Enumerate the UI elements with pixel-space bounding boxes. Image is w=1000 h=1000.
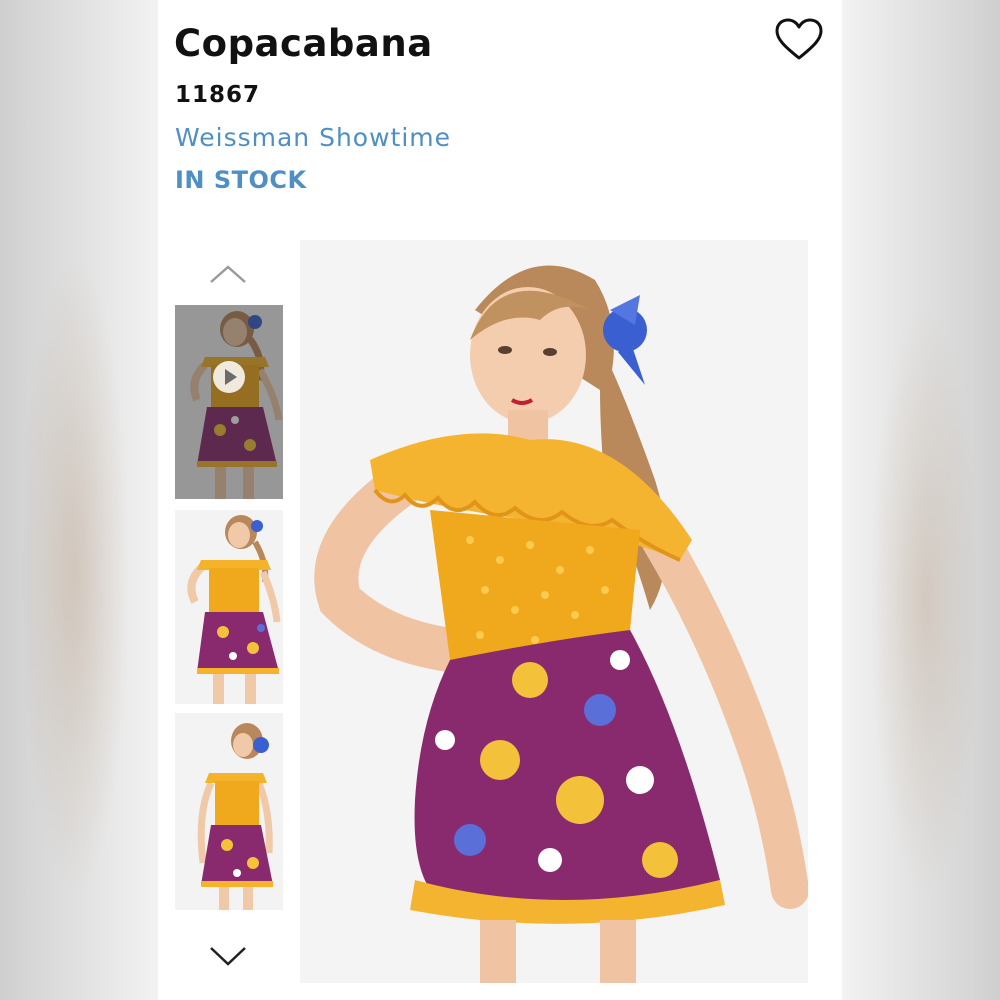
thumbnail-front[interactable] bbox=[175, 510, 283, 704]
product-title: Copacabana bbox=[174, 22, 433, 65]
background-blur-right bbox=[842, 0, 1000, 1000]
thumbnail-image bbox=[175, 713, 283, 910]
thumbnail-video-front[interactable] bbox=[175, 305, 283, 499]
product-panel: Copacabana 11867 Weissman Showtime IN ST… bbox=[158, 0, 842, 1000]
thumbnail-back[interactable] bbox=[175, 713, 283, 910]
stock-status: IN STOCK bbox=[175, 166, 307, 194]
heart-outline-icon[interactable] bbox=[774, 18, 824, 62]
play-icon[interactable] bbox=[213, 361, 245, 393]
product-photo-illustration bbox=[300, 240, 808, 983]
thumbnail-image bbox=[175, 510, 283, 704]
thumbnail-selected-overlay bbox=[175, 305, 283, 499]
main-product-image[interactable] bbox=[300, 240, 808, 983]
product-sku: 11867 bbox=[175, 82, 261, 108]
background-blur-left bbox=[0, 0, 158, 1000]
chevron-up-icon[interactable] bbox=[208, 262, 248, 286]
chevron-down-icon[interactable] bbox=[208, 944, 248, 968]
brand-link[interactable]: Weissman Showtime bbox=[175, 123, 451, 152]
